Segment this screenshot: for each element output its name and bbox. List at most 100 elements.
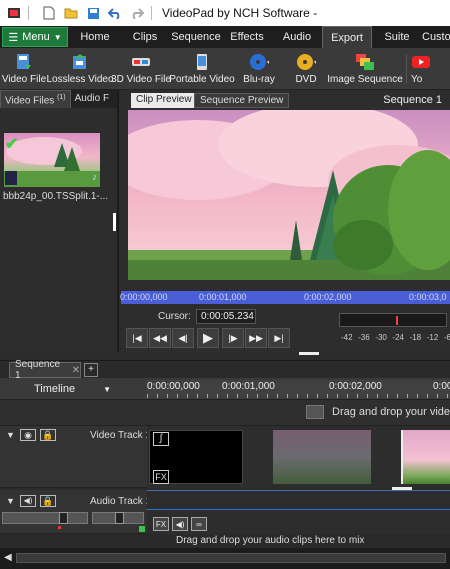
export-bluray-button[interactable]: Blu-ray	[234, 48, 284, 89]
tab-suite[interactable]: Suite	[372, 26, 422, 48]
audio-track-lane[interactable]: FX ◀) ∞	[147, 490, 450, 534]
drop-audio-text: Drag and drop your audio clips here to m…	[176, 535, 365, 546]
bluray-disc-icon	[249, 53, 269, 71]
app-icon	[6, 5, 22, 21]
3d-glasses-icon	[131, 53, 151, 71]
tab-sequence-1[interactable]: Sequence 1 ✕	[9, 359, 81, 381]
cursor-time-field[interactable]: 0:00:05.234	[196, 309, 256, 324]
ruler-ticks	[147, 394, 450, 398]
separator	[28, 6, 29, 20]
lossless-video-icon	[70, 53, 90, 71]
speaker-icon[interactable]: ◀)	[172, 517, 188, 531]
tab-audio-files[interactable]: Audio F	[71, 90, 113, 108]
export-dvd-button[interactable]: DVD	[284, 48, 328, 89]
separator	[151, 6, 152, 20]
timeline-ruler[interactable]: 0:00:00,000 0:00:01,000 0:00:02,000 0:00…	[147, 380, 450, 398]
tab-audio[interactable]: Audio	[272, 26, 322, 48]
video-track-lane[interactable]: ∫ ∫ FX	[147, 426, 450, 488]
chevron-down-icon: ▼	[103, 384, 112, 394]
close-icon[interactable]: ✕	[72, 365, 80, 376]
go-to-start-button[interactable]: |◀	[126, 328, 148, 348]
tab-sequence[interactable]: Sequence	[170, 26, 222, 48]
play-button[interactable]: ▶	[197, 328, 219, 348]
pan-thumb[interactable]	[115, 512, 124, 524]
open-folder-icon[interactable]	[63, 5, 79, 21]
preview-scroll-indicator[interactable]	[299, 352, 319, 355]
tab-sequence-preview[interactable]: Sequence Preview	[194, 93, 290, 108]
audio-track-1: ▼ ◀) 🔒 Audio Track 1 FX ◀) ∞	[0, 490, 450, 534]
scroll-left-icon[interactable]: ◀	[4, 552, 12, 563]
chevron-down-icon: ▼	[53, 32, 62, 42]
undo-icon[interactable]	[107, 5, 123, 21]
tab-custom[interactable]: Custo	[422, 26, 450, 48]
export-image-sequence-button[interactable]: Image Sequence	[327, 48, 403, 89]
transition-icon[interactable]: ∫	[153, 432, 169, 446]
audio-drop-zone[interactable]: Drag and drop your audio clips here to m…	[0, 534, 450, 548]
new-project-icon[interactable]	[41, 5, 57, 21]
fx-icon[interactable]: FX	[153, 517, 169, 531]
tab-clip-preview[interactable]: Clip Preview	[131, 93, 197, 108]
ribbon-tabs: ☰ Menu ▼ Home Clips Sequence Effects Aud…	[0, 26, 450, 48]
export-video-file-button[interactable]: Video File	[0, 48, 48, 89]
tab-effects[interactable]: Effects	[222, 26, 272, 48]
lock-icon[interactable]: 🔒	[40, 495, 56, 507]
menu-label: Menu	[22, 31, 50, 43]
clip-name: bbb24p_00.TSSplit.1-...	[3, 191, 109, 202]
window-title: VideoPad by NCH Software -	[162, 6, 318, 20]
cursor-label: Cursor:	[158, 311, 191, 322]
tab-video-files[interactable]: Video Files (1)	[0, 90, 71, 108]
save-icon[interactable]	[85, 5, 101, 21]
tab-export[interactable]: Export	[322, 26, 372, 48]
portable-device-icon	[192, 53, 212, 71]
dvd-disc-icon	[296, 53, 316, 71]
clip-thumbnail[interactable]	[401, 430, 450, 484]
video-drop-zone[interactable]: Drag and drop your video	[0, 400, 450, 426]
preview-panel: Clip Preview Sequence Preview Sequence 1	[120, 90, 450, 355]
sequence-label: Sequence 1	[383, 94, 442, 106]
image-sequence-icon	[355, 53, 375, 71]
bin-tabs: Video Files (1) Audio F	[0, 90, 117, 108]
export-youtube-button[interactable]: Yo	[411, 48, 431, 89]
timeline-scrollbar[interactable]: ◀	[0, 548, 450, 569]
menu-icon: ☰	[8, 31, 19, 44]
audio-level-line	[147, 509, 450, 510]
fx-icon[interactable]: FX	[153, 470, 169, 484]
pan-slider[interactable]	[92, 512, 144, 524]
audio-level-meter	[339, 313, 447, 327]
preview-ruler[interactable]: 0:00:00,000 0:00:01,000 0:00:02,000 0:00…	[120, 291, 450, 304]
clip-thumbnail-dim[interactable]	[273, 430, 371, 484]
link-icon[interactable]: ∞	[191, 517, 207, 531]
export-lossless-video-button[interactable]: Lossless Video	[46, 48, 114, 89]
export-3d-video-button[interactable]: 3D Video File	[111, 48, 171, 89]
menu-button[interactable]: ☰ Menu ▼	[2, 27, 68, 47]
add-sequence-button[interactable]: +	[84, 363, 98, 377]
collapse-track-icon[interactable]: ▼	[6, 496, 15, 506]
timeline-mode-selector[interactable]: Timeline ▼	[0, 380, 145, 398]
speaker-icon[interactable]: ◀)	[20, 495, 36, 507]
eye-icon[interactable]: ◉	[20, 429, 36, 441]
meter-peak	[396, 316, 398, 325]
audio-link-icon: ♪	[92, 172, 97, 183]
tab-home[interactable]: Home	[70, 26, 120, 48]
youtube-icon	[411, 53, 431, 71]
drop-video-text: Drag and drop your video	[332, 406, 450, 418]
step-forward-button[interactable]: |▶	[222, 328, 244, 348]
film-icon	[306, 405, 324, 419]
redo-icon[interactable]	[129, 5, 145, 21]
volume-slider[interactable]	[2, 512, 88, 524]
bin-scroll-indicator[interactable]	[113, 213, 116, 231]
lock-icon[interactable]: 🔒	[40, 429, 56, 441]
volume-thumb[interactable]	[59, 512, 68, 524]
go-to-end-button[interactable]: ▶|	[268, 328, 290, 348]
video-track-label: Video Track 1	[90, 430, 151, 441]
tab-clips[interactable]: Clips	[120, 26, 170, 48]
scroll-thumb[interactable]	[16, 553, 446, 563]
previous-clip-button[interactable]: ◀◀	[149, 328, 171, 348]
media-bin: Video Files (1) Audio F ♪ ✔ bbb24p_00.TS…	[0, 90, 119, 352]
video-track-1: ▼ ◉ 🔒 Video Track 1 ∫ ∫ FX	[0, 426, 450, 490]
collapse-track-icon[interactable]: ▼	[6, 430, 15, 440]
next-clip-button[interactable]: ▶▶	[245, 328, 267, 348]
step-back-button[interactable]: ◀|	[172, 328, 194, 348]
title-bar: VideoPad by NCH Software -	[0, 0, 450, 26]
export-portable-video-button[interactable]: Portable Video	[169, 48, 235, 89]
